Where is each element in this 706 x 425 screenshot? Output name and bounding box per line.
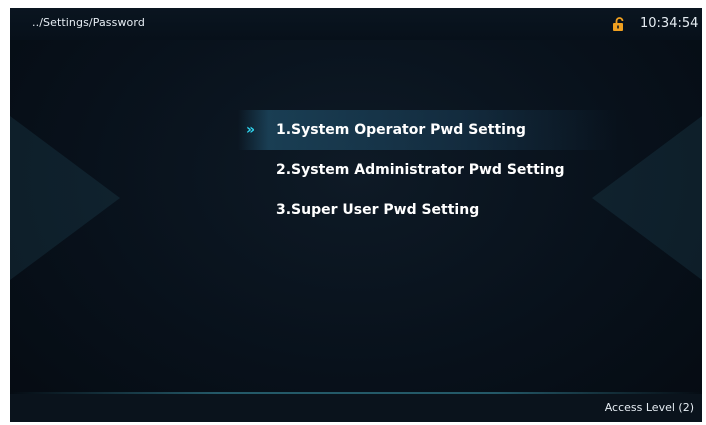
menu-item-label: 1.System Operator Pwd Setting xyxy=(276,122,526,138)
menu-item-label: 2.System Administrator Pwd Setting xyxy=(276,162,565,178)
access-level-indicator: Access Level (2) xyxy=(604,401,694,414)
menu-item-system-operator[interactable]: » 1.System Operator Pwd Setting xyxy=(238,110,618,150)
selection-chevron-icon: » xyxy=(246,122,255,138)
clock: 10:34:54 xyxy=(640,16,699,31)
password-menu: » 1.System Operator Pwd Setting 2.System… xyxy=(238,110,618,230)
password-settings-screen: ../Settings/Password 10:34:54 » 1.System… xyxy=(10,8,702,422)
unlocked-padlock-icon[interactable] xyxy=(612,16,624,31)
menu-item-label: 3.Super User Pwd Setting xyxy=(276,202,480,218)
menu-item-super-user[interactable]: 3.Super User Pwd Setting xyxy=(238,190,618,230)
menu-item-system-administrator[interactable]: 2.System Administrator Pwd Setting xyxy=(238,150,618,190)
bottom-bar: Access Level (2) xyxy=(10,394,702,422)
breadcrumb: ../Settings/Password xyxy=(32,16,145,29)
left-arrow-decoration xyxy=(10,116,120,280)
top-bar: ../Settings/Password 10:34:54 xyxy=(10,8,702,40)
